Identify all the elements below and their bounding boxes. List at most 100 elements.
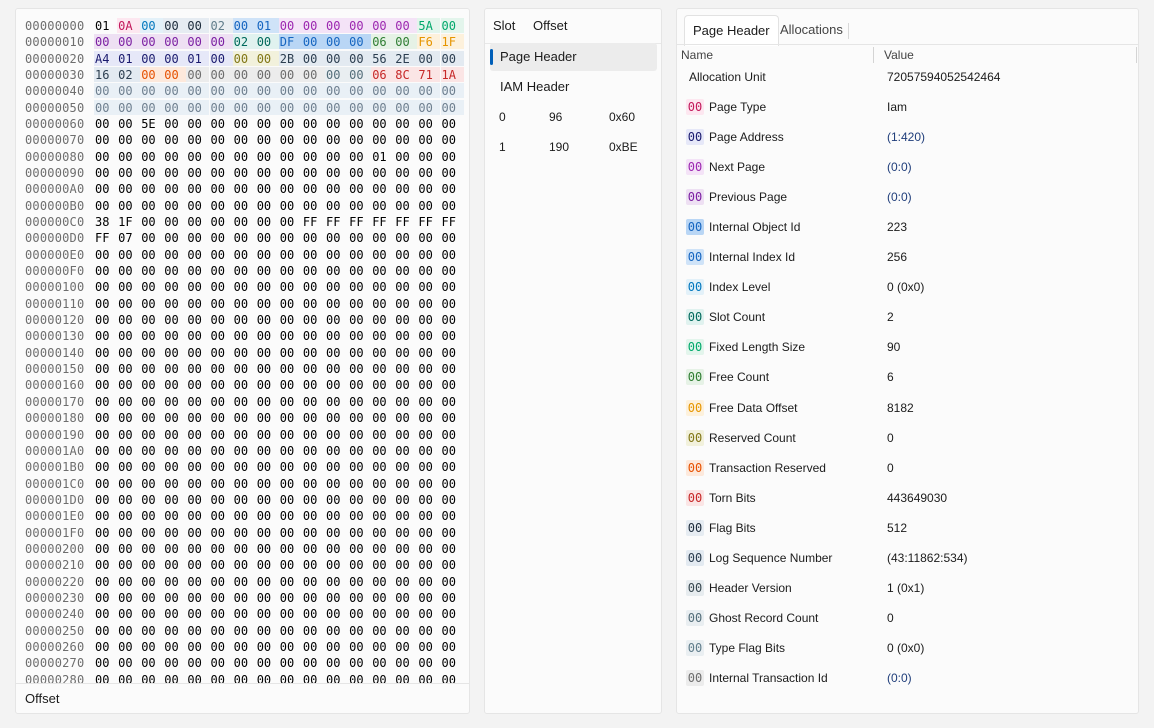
hex-byte[interactable]: 00 [163, 67, 187, 83]
hex-byte[interactable]: 00 [210, 214, 233, 229]
hex-byte[interactable]: 00 [163, 50, 187, 66]
hex-byte[interactable]: 00 [417, 149, 440, 164]
hex-byte[interactable]: 00 [233, 574, 256, 589]
hex-byte[interactable]: 00 [279, 492, 302, 507]
hex-byte[interactable]: 00 [186, 214, 209, 229]
hex-byte[interactable]: 00 [163, 394, 186, 409]
hex-byte[interactable]: 00 [348, 508, 371, 523]
hex-byte[interactable]: 00 [417, 459, 440, 474]
hex-byte[interactable]: 00 [210, 541, 233, 556]
hex-byte[interactable]: 00 [441, 345, 464, 360]
hex-byte[interactable]: 00 [117, 590, 140, 605]
hex-byte[interactable]: 00 [302, 312, 325, 327]
hex-byte[interactable]: 02 [117, 67, 141, 83]
hex-byte[interactable]: 00 [233, 655, 256, 670]
hex-byte[interactable]: 00 [94, 377, 117, 392]
hex-byte[interactable]: 00 [371, 394, 394, 409]
hex-byte[interactable]: 00 [348, 132, 371, 147]
hex-byte[interactable]: 00 [233, 214, 256, 229]
hex-byte[interactable]: 00 [371, 198, 394, 213]
hex-byte[interactable]: 00 [394, 149, 417, 164]
hex-byte[interactable]: 00 [140, 181, 163, 196]
hex-byte[interactable]: 00 [348, 296, 371, 311]
hex-byte[interactable]: 00 [163, 34, 187, 50]
hex-byte[interactable]: 00 [186, 279, 209, 294]
hex-byte[interactable]: 00 [117, 377, 140, 392]
hex-byte[interactable]: 00 [441, 427, 464, 442]
hex-byte[interactable]: 00 [233, 312, 256, 327]
hex-byte[interactable]: 00 [163, 181, 186, 196]
hex-byte[interactable]: 00 [255, 67, 279, 83]
hex-byte[interactable]: 00 [394, 639, 417, 654]
hex-byte[interactable]: 00 [256, 328, 279, 343]
hex-byte[interactable]: 00 [441, 623, 464, 638]
hex-byte[interactable]: 00 [441, 361, 464, 376]
hex-byte[interactable]: 00 [441, 525, 464, 540]
hex-byte[interactable]: 00 [186, 476, 209, 491]
hex-byte[interactable]: 5E [140, 116, 163, 131]
hex-byte[interactable]: 00 [394, 181, 417, 196]
hex-byte[interactable]: 00 [233, 165, 256, 180]
hex-byte[interactable]: 00 [117, 345, 140, 360]
hex-byte[interactable]: 00 [417, 230, 440, 245]
hex-byte[interactable]: 00 [232, 83, 256, 99]
hex-byte[interactable]: 00 [348, 198, 371, 213]
hex-byte[interactable]: 00 [186, 83, 210, 99]
hex-byte[interactable]: 00 [163, 312, 186, 327]
hex-byte[interactable]: 00 [348, 181, 371, 196]
hex-byte[interactable]: 00 [394, 247, 417, 262]
hex-byte[interactable]: 00 [371, 459, 394, 474]
hex-byte[interactable]: 00 [325, 296, 348, 311]
hex-byte[interactable]: 00 [256, 165, 279, 180]
property-row[interactable]: 00 Previous Page (0:0) [677, 182, 1138, 212]
hex-byte[interactable]: 00 [440, 18, 464, 33]
hex-byte[interactable]: 00 [186, 230, 209, 245]
hex-byte[interactable]: 00 [301, 99, 325, 115]
hex-byte[interactable]: 00 [394, 541, 417, 556]
hex-byte[interactable]: 00 [210, 459, 233, 474]
hex-byte[interactable]: 00 [233, 492, 256, 507]
hex-byte[interactable]: 00 [117, 394, 140, 409]
hex-byte[interactable]: 00 [256, 296, 279, 311]
hex-byte[interactable]: 00 [348, 230, 371, 245]
hex-byte[interactable]: 00 [256, 443, 279, 458]
hex-byte[interactable]: 00 [186, 198, 209, 213]
property-row[interactable]: 00 Page Address (1:420) [677, 122, 1138, 152]
hex-byte[interactable]: 00 [186, 361, 209, 376]
hex-byte[interactable]: 00 [186, 606, 209, 621]
hex-byte[interactable]: 00 [417, 410, 440, 425]
hex-byte[interactable]: 00 [163, 410, 186, 425]
hex-byte[interactable]: 00 [140, 639, 163, 654]
hex-byte[interactable]: 00 [94, 574, 117, 589]
hex-byte[interactable]: 00 [371, 427, 394, 442]
hex-byte[interactable]: 00 [163, 214, 186, 229]
hex-byte[interactable]: 00 [233, 443, 256, 458]
hex-byte[interactable]: 00 [441, 247, 464, 262]
hex-byte[interactable]: 00 [210, 508, 233, 523]
hex-byte[interactable]: 00 [140, 410, 163, 425]
hex-byte[interactable]: 00 [256, 590, 279, 605]
hex-byte[interactable]: 00 [210, 590, 233, 605]
hex-byte[interactable]: 00 [186, 149, 209, 164]
hex-byte[interactable]: 00 [371, 165, 394, 180]
hex-byte[interactable]: 00 [186, 247, 209, 262]
hex-byte[interactable]: 5A [417, 18, 441, 33]
hex-byte[interactable]: 00 [209, 50, 233, 66]
hex-byte[interactable]: 00 [210, 263, 233, 278]
hex-byte[interactable]: 00 [417, 279, 440, 294]
hex-byte[interactable]: 00 [210, 606, 233, 621]
hex-byte[interactable]: 00 [163, 279, 186, 294]
hex-byte[interactable]: 00 [417, 541, 440, 556]
hex-byte[interactable]: 00 [256, 639, 279, 654]
hex-byte[interactable]: 00 [302, 476, 325, 491]
hex-byte[interactable]: 00 [394, 198, 417, 213]
hex-byte[interactable]: 00 [186, 623, 209, 638]
hex-byte[interactable]: 00 [371, 525, 394, 540]
hex-byte[interactable]: 00 [279, 443, 302, 458]
hex-byte[interactable]: 00 [371, 377, 394, 392]
hex-byte[interactable]: 00 [394, 459, 417, 474]
hex-byte[interactable]: 00 [256, 279, 279, 294]
hex-byte[interactable]: FF [94, 230, 117, 245]
hex-byte[interactable]: 00 [371, 623, 394, 638]
hex-byte[interactable]: 00 [117, 132, 140, 147]
